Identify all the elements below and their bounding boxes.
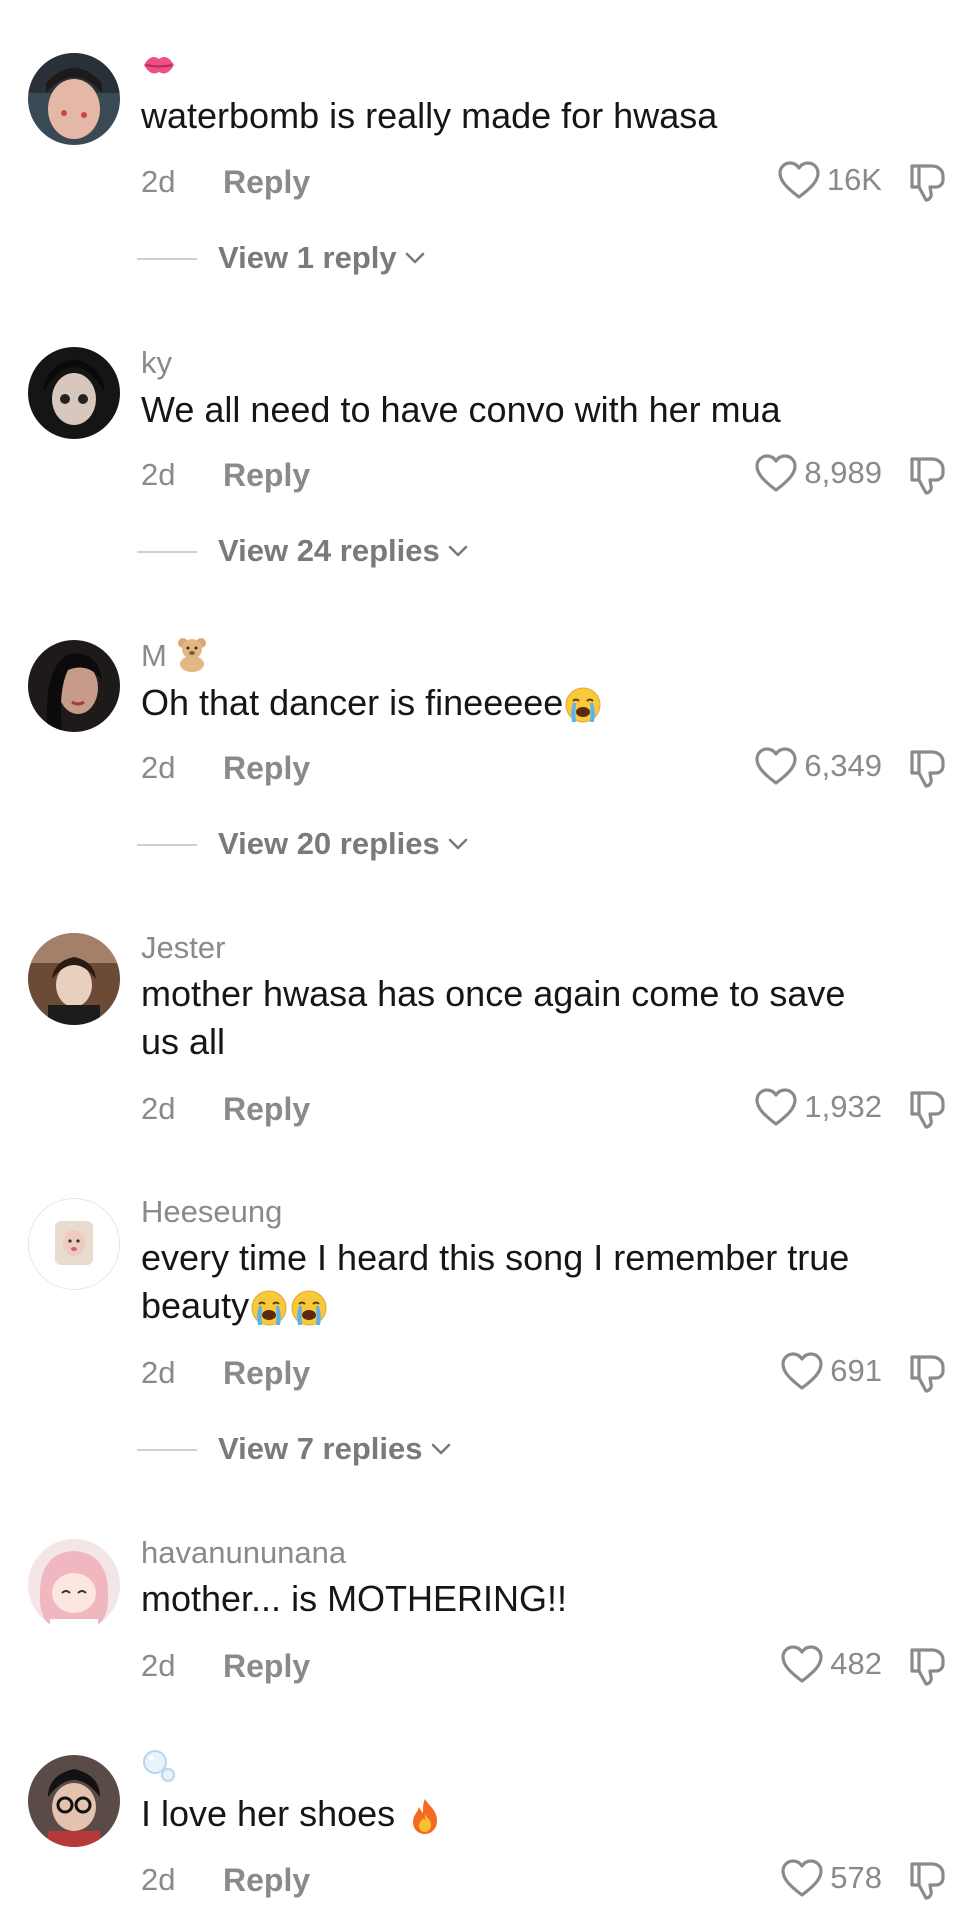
- timestamp: 2d: [141, 457, 176, 492]
- teddy-bear-emoji-icon: [178, 638, 207, 672]
- reply-button[interactable]: Reply: [223, 1355, 310, 1392]
- heart-icon: [754, 746, 798, 786]
- comment-text: waterbomb is really made for hwasa: [141, 95, 718, 136]
- heart-icon: [780, 1644, 824, 1684]
- divider: [137, 1449, 197, 1451]
- view-replies-button[interactable]: View 24 replies: [0, 529, 976, 573]
- comment-meta: 2d Reply 482: [0, 1642, 976, 1690]
- bubbles-emoji-icon: [141, 1748, 177, 1789]
- comment-text: We all need to have convo with her mua: [141, 389, 781, 430]
- view-replies-button[interactable]: View 20 replies: [0, 822, 976, 866]
- divider: [137, 844, 197, 846]
- timestamp: 2d: [141, 1862, 176, 1897]
- dislike-icon[interactable]: [906, 1644, 950, 1688]
- avatar[interactable]: [28, 1198, 120, 1290]
- username[interactable]: M: [141, 636, 209, 674]
- comment-text: I love her shoes: [141, 1790, 931, 1838]
- comment-text: Oh that dancer is fineeeee: [141, 679, 931, 727]
- reply-button[interactable]: Reply: [223, 1862, 310, 1899]
- timestamp: 2d: [141, 750, 176, 785]
- chevron-down-icon: [431, 1442, 451, 1456]
- avatar[interactable]: [28, 347, 120, 439]
- comment-meta: 2d Reply 691: [0, 1349, 976, 1397]
- comment-text: every time I heard this song I remember …: [141, 1234, 931, 1330]
- timestamp: 2d: [141, 164, 176, 199]
- view-replies-label: View 7 replies: [218, 1431, 423, 1466]
- heart-icon: [777, 160, 821, 200]
- view-replies-label: View 1 reply: [218, 240, 397, 275]
- timestamp: 2d: [141, 1355, 176, 1390]
- chevron-down-icon: [448, 837, 468, 851]
- dislike-icon[interactable]: [906, 1087, 950, 1131]
- kiss-emoji-icon: [141, 50, 177, 85]
- comment-meta: 2d Reply 8,989: [0, 451, 976, 499]
- dislike-icon[interactable]: [906, 453, 950, 497]
- like-count: 691: [830, 1353, 882, 1388]
- fire-emoji-icon: [405, 1796, 445, 1836]
- heart-icon: [754, 1087, 798, 1127]
- username[interactable]: havanununana: [141, 1535, 346, 1571]
- comment-meta: 2d Reply 578: [0, 1856, 976, 1904]
- like-count: 578: [830, 1860, 882, 1895]
- like-count: 8,989: [804, 455, 882, 490]
- comment-meta: 2d Reply 16K: [0, 158, 976, 206]
- avatar[interactable]: [28, 933, 120, 1025]
- like-button[interactable]: 691: [780, 1351, 882, 1391]
- loudly-crying-emoji-icon: [289, 1288, 329, 1328]
- reply-button[interactable]: Reply: [223, 750, 310, 787]
- reply-button[interactable]: Reply: [223, 164, 310, 201]
- heart-icon: [780, 1351, 824, 1391]
- dislike-icon[interactable]: [906, 746, 950, 790]
- avatar[interactable]: [28, 1539, 120, 1631]
- view-replies-label: View 24 replies: [218, 533, 440, 568]
- timestamp: 2d: [141, 1648, 176, 1683]
- username[interactable]: Jester: [141, 930, 225, 966]
- chevron-down-icon: [405, 251, 425, 265]
- avatar[interactable]: [28, 640, 120, 732]
- reply-button[interactable]: Reply: [223, 1091, 310, 1128]
- view-replies-button[interactable]: View 7 replies: [0, 1427, 976, 1471]
- like-button[interactable]: 6,349: [754, 746, 882, 786]
- comment-meta: 2d Reply 1,932: [0, 1085, 976, 1133]
- like-button[interactable]: 578: [780, 1858, 882, 1898]
- timestamp: 2d: [141, 1091, 176, 1126]
- avatar[interactable]: [28, 53, 120, 145]
- like-count: 16K: [826, 162, 882, 197]
- like-button[interactable]: 1,932: [754, 1087, 882, 1127]
- chevron-down-icon: [448, 544, 468, 558]
- heart-icon: [754, 453, 798, 493]
- dislike-icon[interactable]: [906, 160, 950, 204]
- like-count: 482: [830, 1646, 882, 1681]
- divider: [137, 551, 197, 553]
- avatar[interactable]: [28, 1755, 120, 1847]
- view-replies-label: View 20 replies: [218, 826, 440, 861]
- comment-text: mother hwasa has once again come to save…: [141, 973, 846, 1062]
- reply-button[interactable]: Reply: [223, 1648, 310, 1685]
- like-count: 1,932: [804, 1089, 882, 1124]
- username[interactable]: ky: [141, 345, 172, 381]
- loudly-crying-emoji-icon: [249, 1288, 289, 1328]
- like-count: 6,349: [804, 748, 882, 783]
- divider: [137, 258, 197, 260]
- dislike-icon[interactable]: [906, 1858, 950, 1902]
- loudly-crying-emoji-icon: [563, 685, 603, 725]
- username[interactable]: Heeseung: [141, 1194, 282, 1230]
- heart-icon: [780, 1858, 824, 1898]
- view-replies-button[interactable]: View 1 reply: [0, 236, 976, 280]
- like-button[interactable]: 8,989: [754, 453, 882, 493]
- comment-text: mother... is MOTHERING!!: [141, 1578, 568, 1619]
- comment-meta: 2d Reply 6,349: [0, 744, 976, 792]
- dislike-icon[interactable]: [906, 1351, 950, 1395]
- like-button[interactable]: 482: [780, 1644, 882, 1684]
- like-button[interactable]: 16K: [777, 160, 882, 200]
- reply-button[interactable]: Reply: [223, 457, 310, 494]
